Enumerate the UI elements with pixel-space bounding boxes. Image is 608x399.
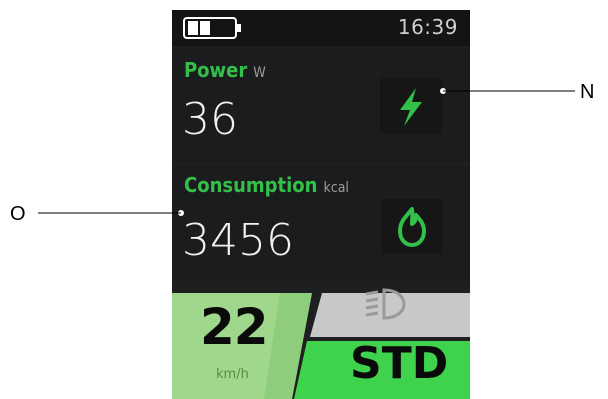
- callout-label-o: O: [10, 203, 26, 225]
- callout-label-n: N: [580, 81, 595, 103]
- callout-lines: [38, 88, 575, 216]
